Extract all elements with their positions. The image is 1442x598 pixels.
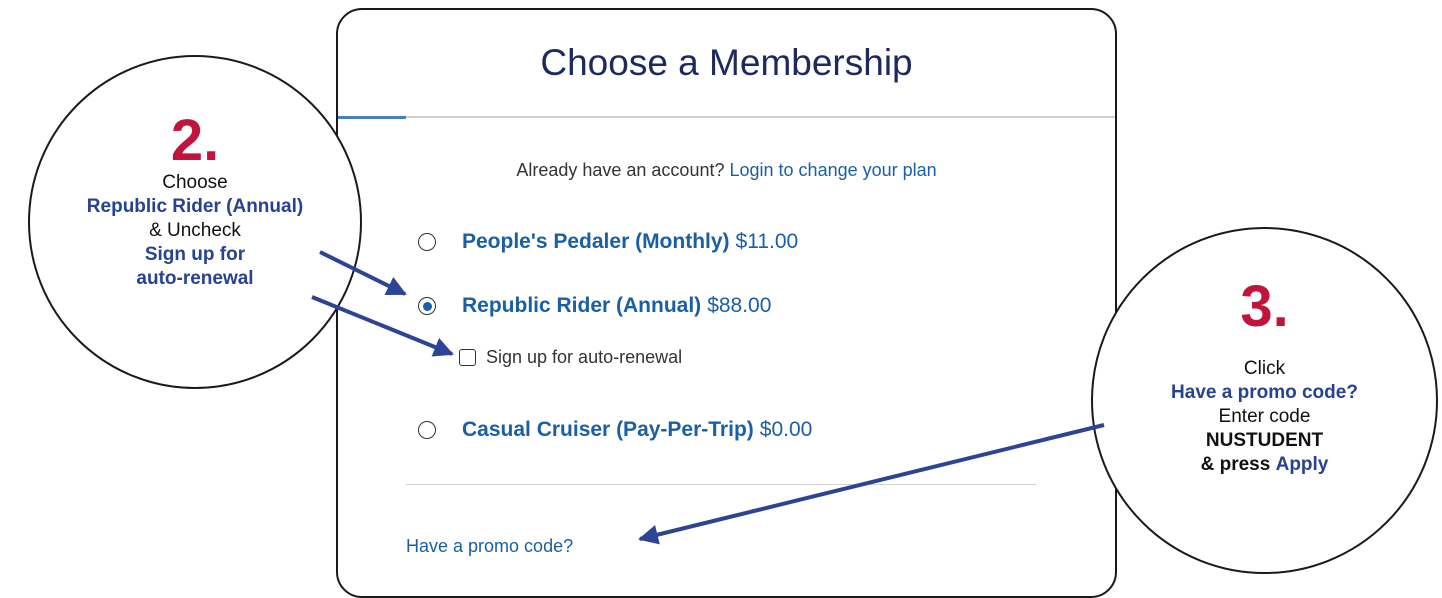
plan-option-annual[interactable]: Republic Rider (Annual) $88.00 [418,294,771,318]
step-2-line-1: Choose [162,172,228,193]
step-3-line-5-prefix: & press [1200,454,1271,475]
membership-card: Choose a Membership Already have an acco… [336,8,1117,598]
step-3-line-1: Click [1243,358,1286,379]
auto-renewal-option[interactable]: Sign up for auto-renewal [459,347,682,368]
auto-renewal-checkbox[interactable] [459,349,476,366]
step-2-line-5: auto-renewal [136,268,254,289]
plan-price-monthly: $11.00 [735,230,799,253]
plan-price-pay-per-trip: $0.00 [759,418,813,441]
plan-option-pay-per-trip[interactable]: Casual Cruiser (Pay-Per-Trip) $0.00 [418,418,812,442]
step-3-line-4: NUSTUDENT [1205,430,1324,451]
plan-name-annual: Republic Rider (Annual) [462,294,702,317]
step-2-line-2: Republic Rider (Annual) [86,196,304,217]
account-prompt-line: Already have an account? Login to change… [338,160,1115,181]
radio-selected-dot [422,301,432,311]
step-3-spacer [1093,337,1436,357]
plan-price-annual: $88.00 [707,294,772,317]
plan-name-pay-per-trip: Casual Cruiser (Pay-Per-Trip) [462,418,754,441]
step-3-callout: 3. Click Have a promo code? Enter code N… [1091,227,1438,574]
title-divider [338,116,1115,118]
step-2-number: 2. [170,108,220,173]
plan-radio-annual[interactable] [418,297,436,315]
step-3-line-5: & press Apply [1093,453,1436,477]
step-2-callout: 2. Choose Republic Rider (Annual) & Unch… [28,55,362,389]
step-3-line-2: Have a promo code? [1171,382,1358,403]
step-2-line-4: Sign up for [144,244,246,265]
plan-radio-pay-per-trip[interactable] [418,421,436,439]
account-prompt-text: Already have an account? [516,160,725,180]
plan-name-monthly: People's Pedaler (Monthly) [462,230,730,253]
login-link[interactable]: Login to change your plan [730,160,937,180]
step-3-number: 3. [1240,274,1289,339]
page-title: Choose a Membership [540,42,913,83]
step-3-line-5-action: Apply [1275,454,1329,475]
promo-code-link[interactable]: Have a promo code? [406,536,573,557]
plan-radio-monthly[interactable] [418,233,436,251]
step-2-line-3: & Uncheck [149,220,241,241]
step-3-line-3: Enter code [1218,406,1311,427]
promo-divider [406,484,1036,485]
auto-renewal-label: Sign up for auto-renewal [486,347,683,367]
plan-option-monthly[interactable]: People's Pedaler (Monthly) $11.00 [418,230,798,254]
